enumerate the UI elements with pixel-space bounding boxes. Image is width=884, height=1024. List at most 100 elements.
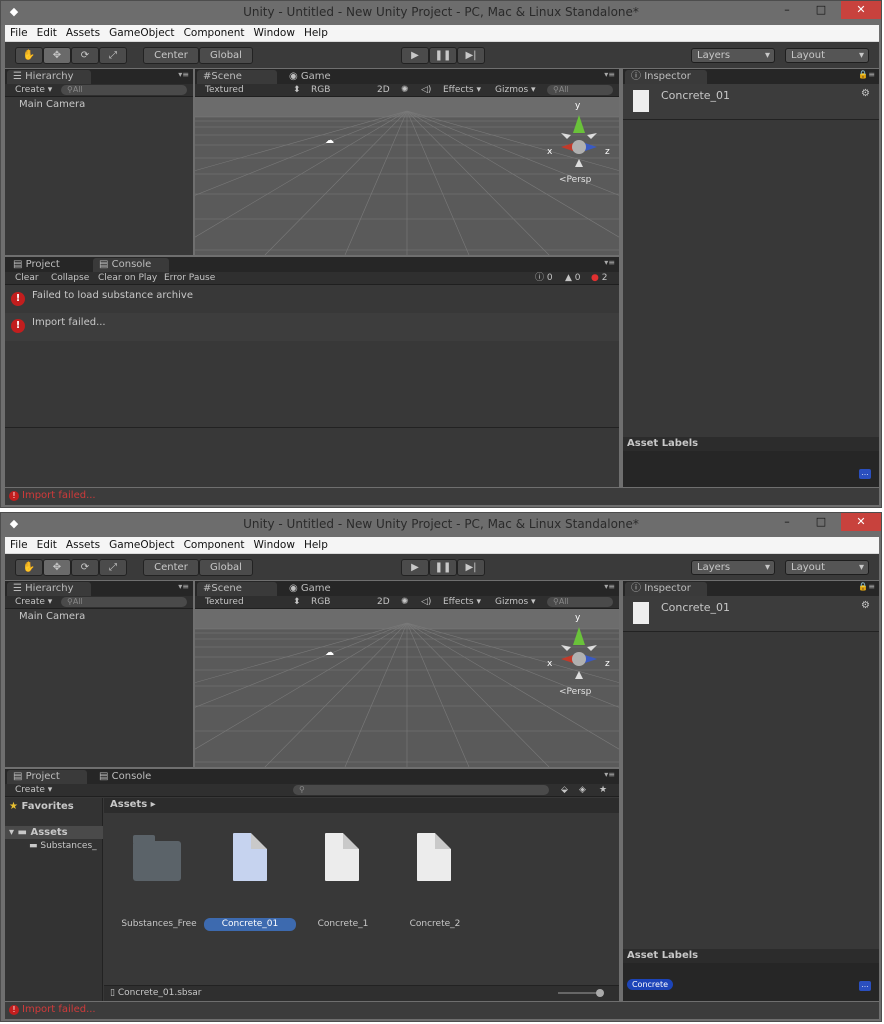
asset-label[interactable]: Concrete_1 (293, 919, 393, 929)
hierarchy-search-input[interactable]: ⚲All (61, 597, 187, 607)
rotate-tool-icon[interactable]: ⟳ (71, 47, 99, 64)
persp-label[interactable]: <Persp (559, 687, 591, 697)
menu-file[interactable]: File (5, 537, 32, 551)
asset-label-selected[interactable]: Concrete_01 (200, 919, 300, 929)
hierarchy-create-button[interactable]: Create ▾ (15, 84, 52, 96)
error-count-toggle[interactable]: ● 2 (591, 272, 607, 284)
tab-hierarchy[interactable]: ☰ Hierarchy (7, 70, 91, 84)
label-tag[interactable]: Concrete (627, 979, 673, 990)
file-icon[interactable] (325, 833, 359, 881)
effects-dropdown[interactable]: Effects ▾ (443, 84, 481, 96)
menu-assets[interactable]: Assets (61, 537, 104, 551)
step-icon[interactable]: ▶| (457, 559, 485, 576)
hand-tool-icon[interactable]: ✋ (15, 559, 43, 576)
pause-icon[interactable]: ❚❚ (429, 47, 457, 64)
layout-dropdown[interactable]: Layout (785, 48, 869, 63)
pivot-global-button[interactable]: Global (199, 47, 253, 64)
folder-icon[interactable] (133, 841, 181, 881)
shading-dropdown[interactable]: Textured (205, 84, 244, 96)
menu-window[interactable]: Window (249, 537, 299, 551)
zoom-slider-handle[interactable] (596, 989, 604, 997)
gear-icon[interactable]: ⚙ (861, 600, 870, 611)
clear-on-play-button[interactable]: Clear on Play (98, 272, 157, 284)
play-icon[interactable]: ▶ (401, 47, 429, 64)
info-count-toggle[interactable]: ⓘ 0 (535, 272, 553, 284)
menu-file[interactable]: File (5, 25, 32, 39)
filter-type-icon[interactable]: ⬙ (561, 784, 568, 796)
close-button[interactable]: ✕ (841, 513, 881, 531)
pause-icon[interactable]: ❚❚ (429, 559, 457, 576)
audio-icon[interactable]: ◁) (421, 84, 431, 96)
layers-dropdown[interactable]: Layers (691, 48, 775, 63)
tab-game[interactable]: ◉ Game (283, 582, 353, 596)
minimize-button[interactable]: – (773, 513, 801, 531)
filter-label-icon[interactable]: ◈ (579, 784, 586, 796)
breadcrumb-assets[interactable]: Assets ▸ (110, 799, 156, 810)
panel-menu-icon[interactable]: ▾≡ (178, 70, 189, 79)
scene-search-input[interactable]: ⚲All (547, 85, 613, 95)
label-picker-icon[interactable]: … (859, 469, 871, 479)
rgb-dropdown[interactable]: RGB (311, 84, 330, 96)
tab-hierarchy[interactable]: ☰ Hierarchy (7, 582, 91, 596)
move-tool-icon[interactable]: ✥ (43, 559, 71, 576)
console-row[interactable]: ! Failed to load substance archive (5, 286, 619, 313)
play-icon[interactable]: ▶ (401, 559, 429, 576)
asset-label[interactable]: Concrete_2 (385, 919, 485, 929)
menu-component[interactable]: Component (179, 537, 249, 551)
scale-tool-icon[interactable]: ⤢ (99, 559, 127, 576)
error-pause-button[interactable]: Error Pause (164, 272, 215, 284)
tab-inspector[interactable]: ⓘ Inspector (625, 582, 707, 596)
gizmos-dropdown[interactable]: Gizmos ▾ (495, 596, 536, 608)
menu-gameobject[interactable]: GameObject (104, 537, 178, 551)
collapse-button[interactable]: Collapse (51, 272, 89, 284)
tab-scene[interactable]: #Scene (197, 582, 277, 596)
2d-toggle[interactable]: 2D (377, 596, 390, 608)
menu-edit[interactable]: Edit (32, 537, 61, 551)
tab-console[interactable]: ▤ Console (93, 770, 169, 784)
pivot-global-button[interactable]: Global (199, 559, 253, 576)
rotate-tool-icon[interactable]: ⟳ (71, 559, 99, 576)
status-message[interactable]: Import failed... (22, 1004, 96, 1015)
hand-tool-icon[interactable]: ✋ (15, 47, 43, 64)
light-icon[interactable]: ✺ (401, 596, 409, 608)
layout-dropdown[interactable]: Layout (785, 560, 869, 575)
hierarchy-search-input[interactable]: ⚲All (61, 85, 187, 95)
maximize-button[interactable]: □ (807, 513, 835, 531)
scene-search-input[interactable]: ⚲All (547, 597, 613, 607)
move-tool-icon[interactable]: ✥ (43, 47, 71, 64)
label-picker-icon[interactable]: … (859, 981, 871, 991)
minimize-button[interactable]: – (773, 1, 801, 19)
shading-dropdown[interactable]: Textured (205, 596, 244, 608)
favorites-node[interactable]: ★ Favorites (9, 801, 74, 812)
rgb-dropdown[interactable]: RGB (311, 596, 330, 608)
panel-menu-icon[interactable]: ▾≡ (178, 582, 189, 591)
2d-toggle[interactable]: 2D (377, 84, 390, 96)
effects-dropdown[interactable]: Effects ▾ (443, 596, 481, 608)
asset-label[interactable]: Substances_Free (109, 919, 209, 929)
menu-edit[interactable]: Edit (32, 25, 61, 39)
menu-window[interactable]: Window (249, 25, 299, 39)
gear-icon[interactable]: ⚙ (861, 88, 870, 99)
close-button[interactable]: ✕ (841, 1, 881, 19)
layers-dropdown[interactable]: Layers (691, 560, 775, 575)
step-icon[interactable]: ▶| (457, 47, 485, 64)
tab-inspector[interactable]: ⓘ Inspector (625, 70, 707, 84)
menu-gameobject[interactable]: GameObject (104, 25, 178, 39)
persp-label[interactable]: <Persp (559, 175, 591, 185)
file-icon[interactable] (233, 833, 267, 881)
tab-project[interactable]: ▤ Project (7, 770, 87, 784)
menu-help[interactable]: Help (299, 25, 332, 39)
project-search-input[interactable]: ⚲ (293, 785, 549, 795)
scale-tool-icon[interactable]: ⤢ (99, 47, 127, 64)
tab-game[interactable]: ◉ Game (283, 70, 353, 84)
pivot-center-button[interactable]: Center (143, 47, 199, 64)
pivot-center-button[interactable]: Center (143, 559, 199, 576)
lock-icon[interactable]: 🔒≡ (858, 582, 875, 591)
status-message[interactable]: Import failed... (22, 490, 96, 501)
tab-scene[interactable]: #Scene (197, 70, 277, 84)
panel-menu-icon[interactable]: ▾≡ (604, 70, 615, 79)
project-create-button[interactable]: Create ▾ (15, 784, 52, 796)
menu-help[interactable]: Help (299, 537, 332, 551)
menu-component[interactable]: Component (179, 25, 249, 39)
hierarchy-item-main-camera[interactable]: Main Camera (19, 611, 85, 622)
